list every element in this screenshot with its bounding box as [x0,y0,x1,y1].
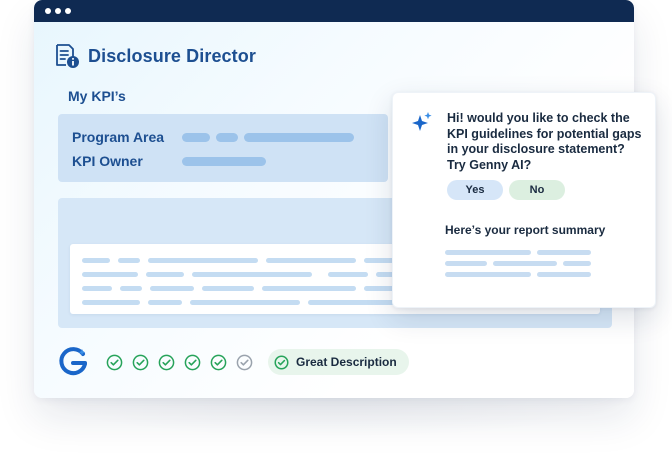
status-badge-label: Great Description [296,355,397,369]
text-line-placeholder [148,258,258,263]
assistant-message: Hi! would you like to check the KPI guid… [447,111,642,172]
summary-line-placeholder [445,272,531,277]
text-line-placeholder [308,300,396,305]
text-line-placeholder [202,286,254,291]
text-line-placeholder [146,272,184,277]
text-line-placeholder [328,272,368,277]
text-line-placeholder [82,300,140,305]
yes-button[interactable]: Yes [447,180,503,200]
program-area-row: Program Area [72,129,360,145]
kpi-info-panel: Program Area KPI Owner [58,114,388,182]
text-line-placeholder [192,272,312,277]
text-line-placeholder [190,300,300,305]
document-info-icon [56,44,79,68]
app-header: Disclosure Director [54,42,256,70]
window-dot-icon[interactable] [45,8,51,14]
text-line-placeholder [120,286,142,291]
check-circle-icon [210,354,227,370]
check-circle-icon [158,354,175,370]
text-line-placeholder [82,272,138,277]
text-line-placeholder [118,258,140,263]
app-title: Disclosure Director [88,45,256,66]
window-shadow [30,398,638,438]
kpi-owner-value-placeholder [182,156,266,166]
summary-line-placeholder [445,250,531,255]
program-area-value-placeholder [216,132,238,142]
genny-g-logo [59,347,87,376]
report-summary-title: Here’s your report summary [445,223,606,237]
text-line-placeholder [150,286,194,291]
check-circle-icon [274,355,289,369]
text-line-placeholder [82,258,110,263]
status-badge: Great Description [268,349,409,375]
program-area-label: Program Area [72,129,165,145]
status-footer: Great Description [56,346,409,378]
no-button[interactable]: No [509,180,565,200]
text-line-placeholder [82,286,112,291]
sparkle-icon [412,112,432,131]
check-circle-icon [184,354,201,370]
summary-line-placeholder [563,261,591,266]
check-circle-pending-icon [236,354,253,370]
summary-line-placeholder [445,261,487,266]
window-dot-icon[interactable] [65,8,71,14]
assistant-popup: Hi! would you like to check the KPI guid… [392,92,656,308]
summary-line-placeholder [493,261,557,266]
text-line-placeholder [364,258,394,263]
text-line-placeholder [262,286,356,291]
text-line-placeholder [148,300,182,305]
program-area-value-placeholder [244,132,354,142]
text-line-placeholder [266,258,356,263]
summary-line-placeholder [537,272,591,277]
window-dot-icon[interactable] [55,8,61,14]
check-circle-icon [106,354,123,370]
program-area-value-placeholder [182,132,210,142]
check-circle-icon [132,354,149,370]
summary-line-placeholder [537,250,591,255]
window-titlebar [34,0,634,22]
kpi-owner-row: KPI Owner [72,153,272,169]
section-title: My KPI’s [68,88,126,104]
kpi-owner-label: KPI Owner [72,153,143,169]
